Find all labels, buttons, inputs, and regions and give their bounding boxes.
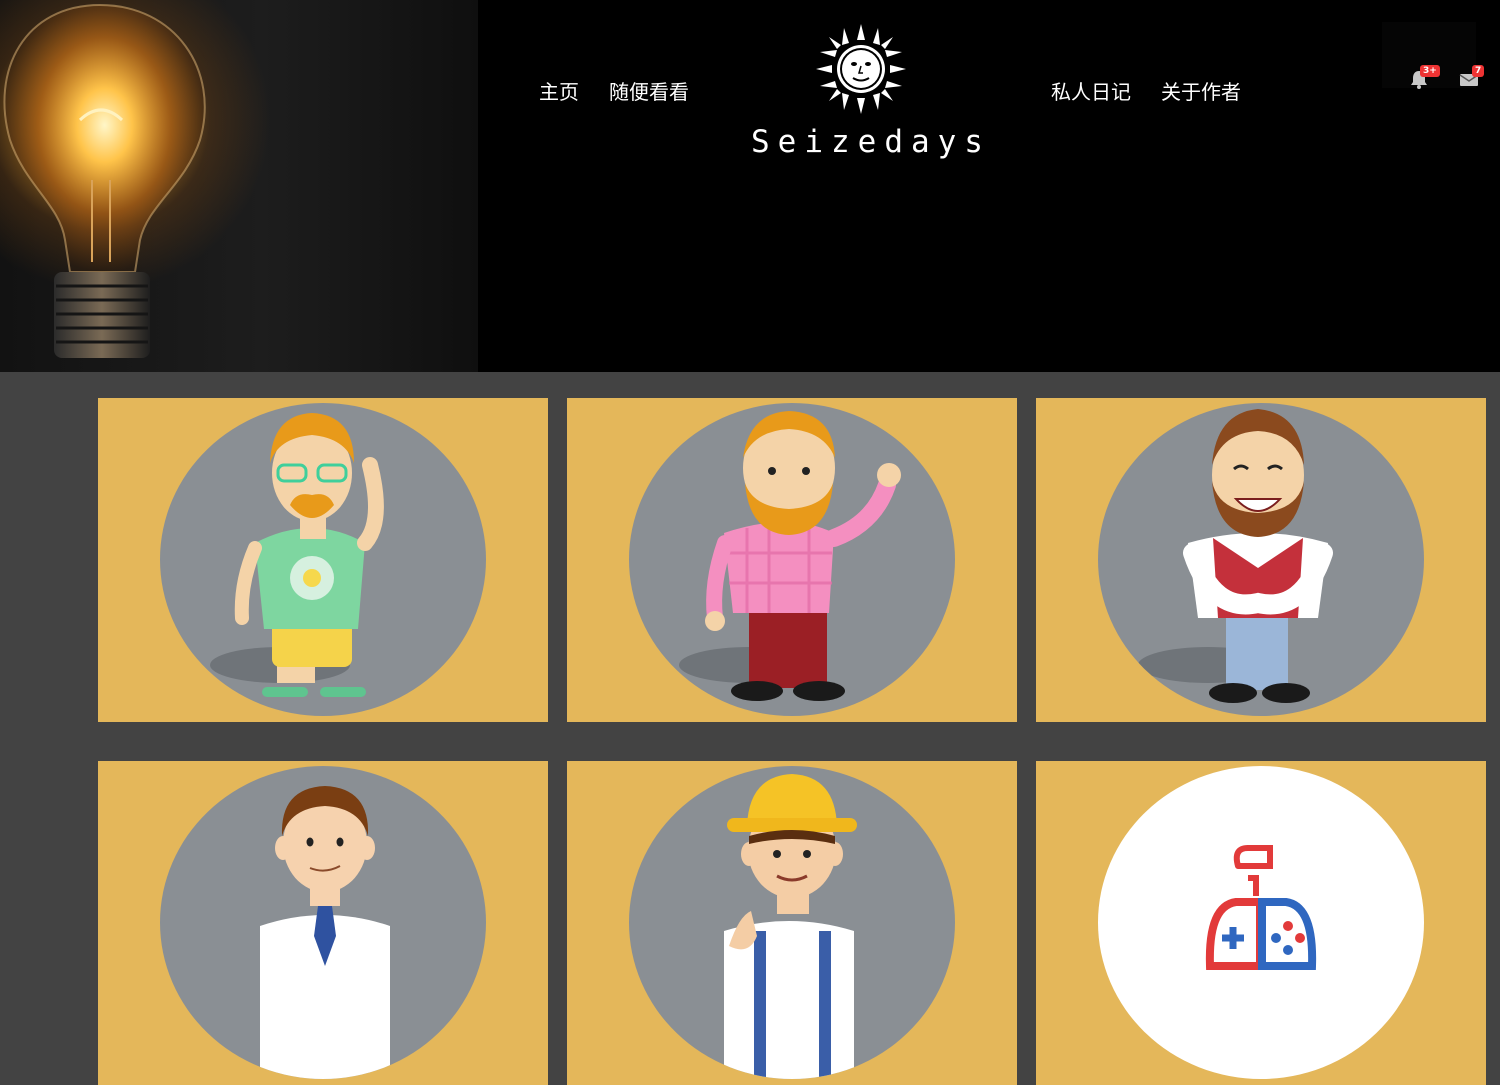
card-avatar-circle	[1098, 403, 1424, 716]
gamepad-icon	[1205, 845, 1317, 970]
nav-browse-link[interactable]: 随便看看	[609, 76, 689, 105]
light-bulb-image	[3, 3, 206, 358]
notifications-badge: 3+	[1420, 65, 1440, 77]
sun-face-logo-icon	[816, 24, 906, 114]
card-gamepad[interactable]	[1036, 761, 1486, 1085]
card-hipster-man[interactable]	[98, 398, 548, 722]
nav-diary-link[interactable]: 私人日记	[1051, 76, 1131, 105]
hipster-man-avatar-icon	[210, 413, 384, 697]
messages-button[interactable]: 7	[1458, 65, 1485, 94]
nav-left: 主页 随便看看	[539, 76, 689, 105]
card-avatar-circle	[160, 766, 486, 1079]
laughing-man-avatar-icon	[1138, 409, 1333, 703]
site-logo[interactable]: Seizedays	[751, 24, 991, 160]
nav-right: 私人日记 关于作者	[1051, 76, 1241, 105]
card-office-man[interactable]	[98, 761, 548, 1085]
notifications-button[interactable]: 3+	[1408, 65, 1440, 94]
card-avatar-circle	[1098, 766, 1424, 1079]
card-laughing-man[interactable]	[1036, 398, 1486, 722]
site-name: Seizedays	[751, 124, 991, 160]
bearded-man-waving-avatar-icon	[679, 411, 901, 701]
card-avatar-circle	[629, 403, 955, 716]
nav-home-link[interactable]: 主页	[539, 76, 579, 105]
header: 主页 随便看看 Seizedays 私人日记 关于作者 3+ 7	[0, 0, 1500, 372]
card-avatar-circle	[160, 403, 486, 716]
office-man-avatar-icon	[260, 786, 390, 1079]
card-bearded-man[interactable]	[567, 398, 1017, 722]
card-avatar-circle	[629, 766, 955, 1079]
card-construction-worker[interactable]	[567, 761, 1017, 1085]
construction-worker-avatar-icon	[724, 774, 857, 1079]
light-bulb-banner	[0, 0, 478, 372]
nav-about-link[interactable]: 关于作者	[1161, 76, 1241, 105]
messages-badge: 7	[1472, 65, 1485, 77]
